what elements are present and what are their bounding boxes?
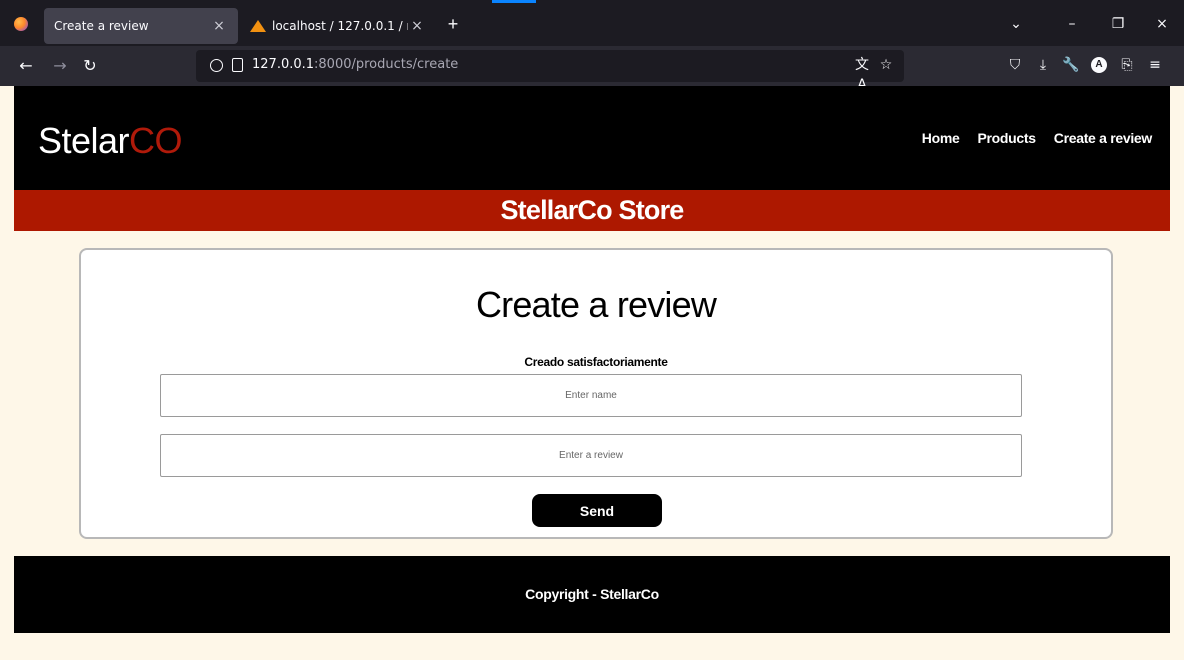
new-tab-button[interactable]: + [443, 14, 463, 34]
name-input[interactable] [160, 374, 1022, 417]
firefox-logo-icon[interactable] [14, 17, 28, 31]
nav-link-create-review[interactable]: Create a review [1054, 130, 1153, 146]
brand-logo[interactable]: StelarCO [38, 120, 183, 162]
url-text[interactable]: 127.0.0.1:8000/products/create [252, 57, 458, 72]
site-header: StelarCO Home Products Create a review [14, 86, 1170, 190]
review-form-card: Create a review Creado satisfactoriament… [79, 248, 1113, 539]
page-title: Create a review [475, 284, 717, 325]
close-tab-icon[interactable]: × [210, 18, 228, 34]
review-input[interactable] [160, 434, 1022, 477]
nav-link-products[interactable]: Products [977, 130, 1036, 146]
browser-tab-bar: Create a review × localhost / 127.0.0.1 … [0, 0, 1184, 46]
tab-drag-indicator [492, 0, 536, 3]
minimize-icon[interactable]: – [1062, 14, 1082, 34]
restore-icon[interactable]: ❐ [1108, 14, 1128, 34]
translate-icon[interactable]: 文A [852, 55, 872, 93]
tab-label: localhost / 127.0.0.1 / review / p [272, 19, 408, 33]
list-tabs-icon[interactable]: ⌄ [1006, 14, 1026, 34]
tab-phpmyadmin[interactable]: localhost / 127.0.0.1 / review / p × [240, 8, 436, 44]
nav-link-home[interactable]: Home [922, 130, 960, 146]
extensions-icon[interactable]: ⎘ [1117, 55, 1137, 75]
back-icon[interactable]: ← [16, 56, 36, 76]
success-message: Creado satisfactoriamente [524, 355, 668, 369]
forward-icon[interactable]: → [50, 56, 70, 76]
site-nav: Home Products Create a review [922, 130, 1153, 146]
send-button[interactable]: Send [532, 494, 662, 527]
bookmark-star-icon[interactable]: ☆ [876, 55, 896, 75]
page-info-icon[interactable] [232, 58, 243, 72]
download-icon[interactable]: ⤓ [1033, 55, 1053, 75]
tracking-shield-icon[interactable] [210, 59, 223, 72]
tab-create-review[interactable]: Create a review × [44, 8, 238, 44]
site-footer: Copyright - StellarCo [14, 556, 1170, 633]
menu-icon[interactable]: ≡ [1145, 55, 1165, 75]
pocket-icon[interactable]: ⛉ [1005, 55, 1025, 75]
wrench-icon[interactable]: 🔧 [1061, 55, 1081, 75]
window-close-icon[interactable]: × [1152, 14, 1172, 34]
reload-icon[interactable]: ↻ [80, 56, 100, 76]
tab-label: Create a review [54, 19, 149, 33]
account-avatar-icon[interactable]: A [1091, 57, 1107, 73]
store-banner: StellarCo Store [14, 190, 1170, 231]
close-tab-icon[interactable]: × [408, 18, 426, 34]
phpmyadmin-icon [250, 20, 266, 32]
